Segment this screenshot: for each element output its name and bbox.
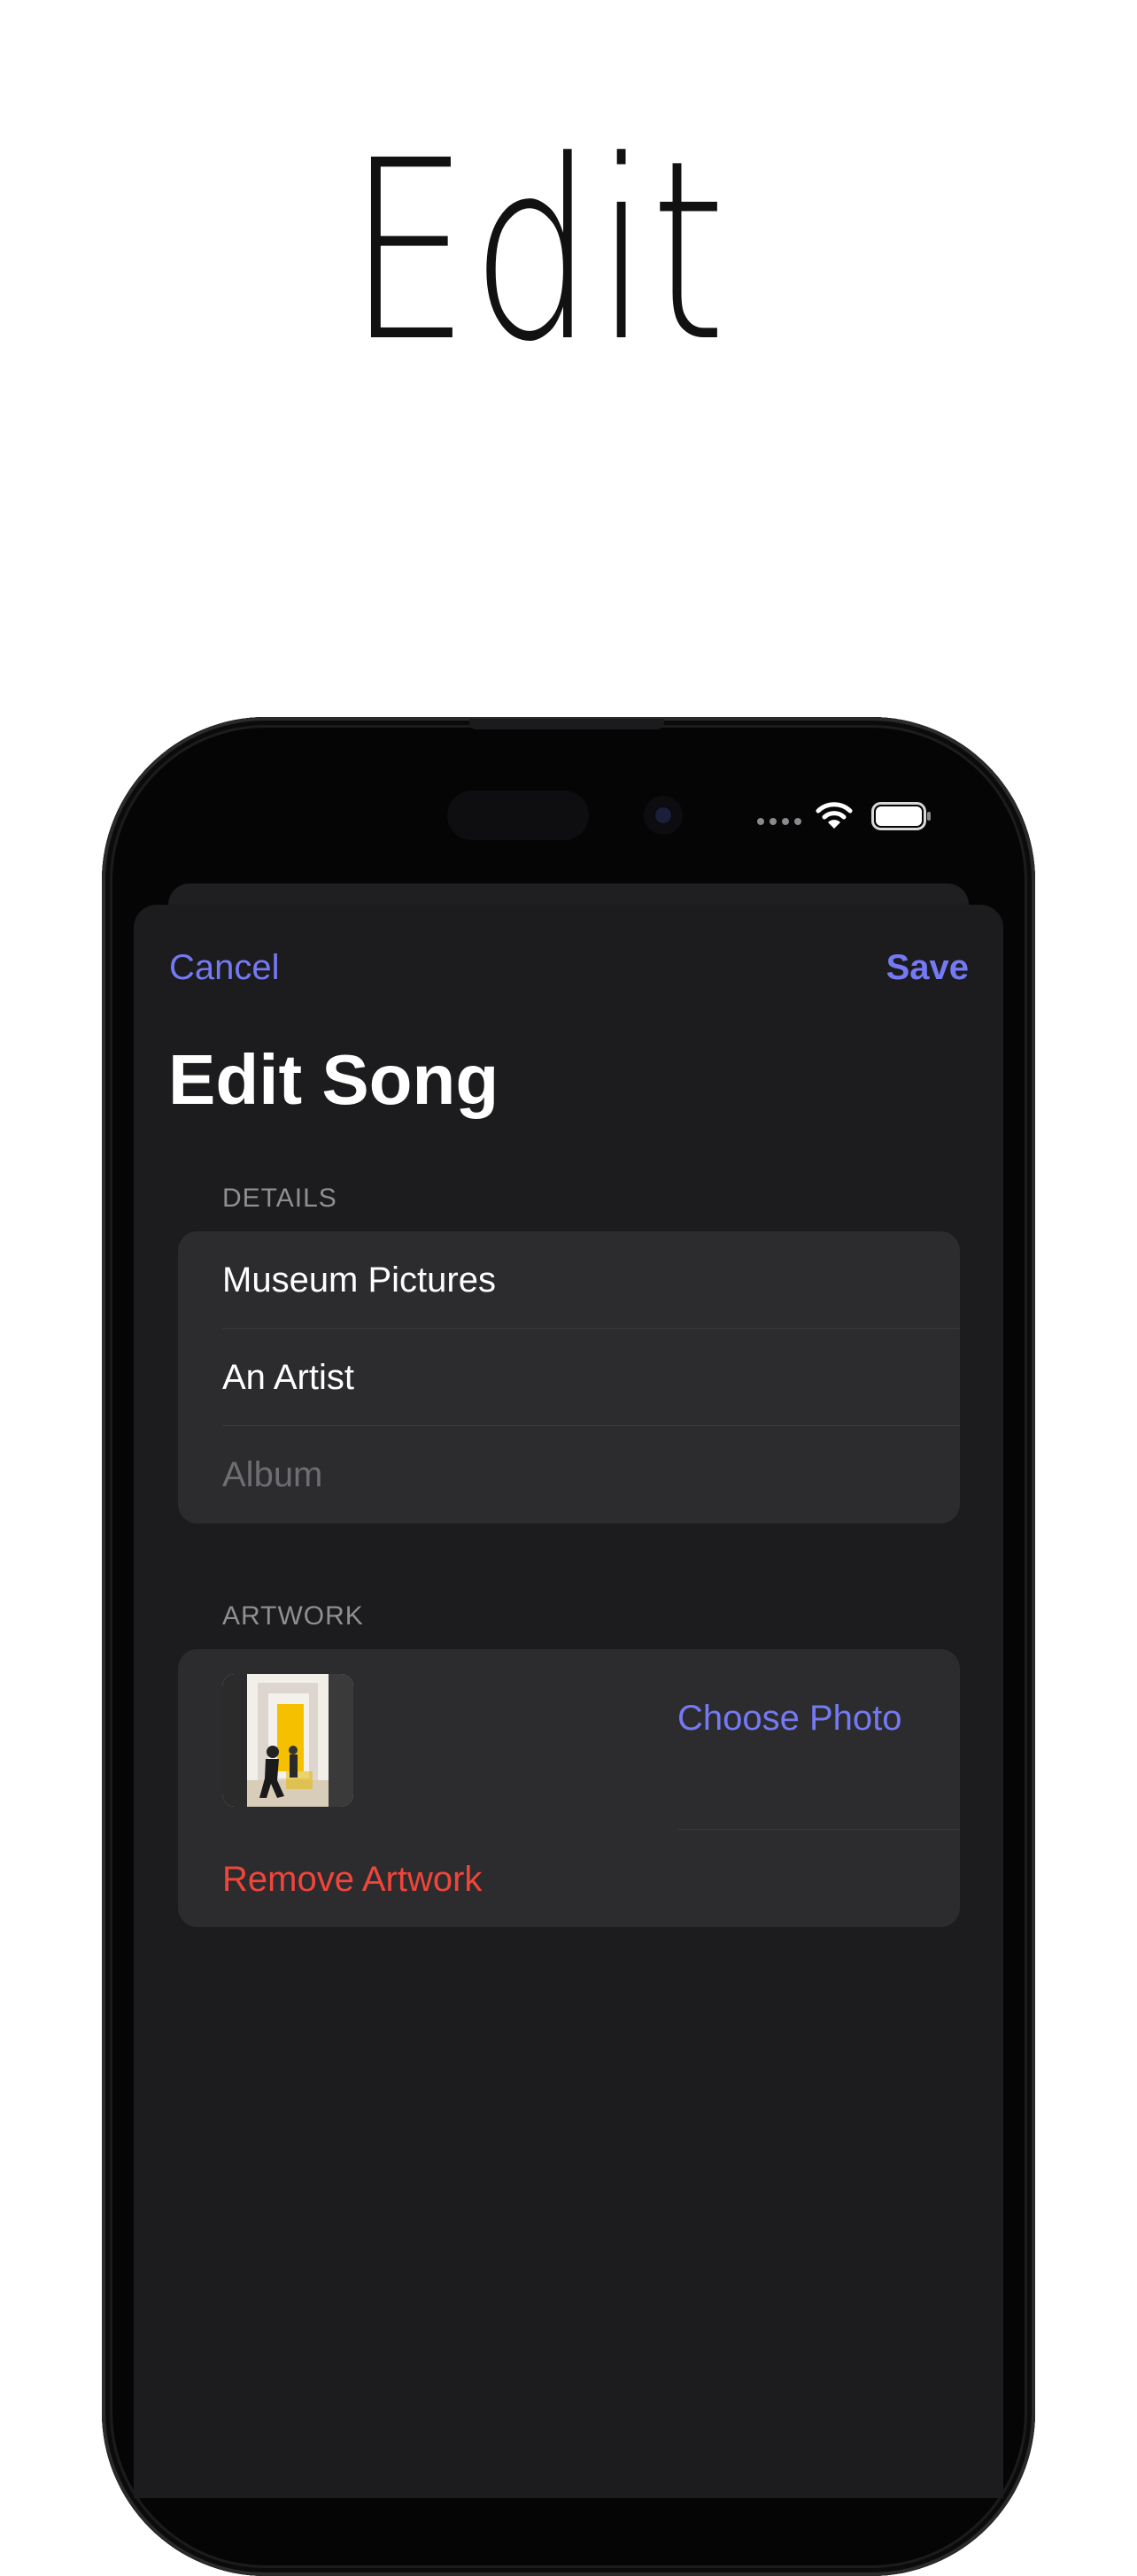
artwork-thumbnail [222, 1674, 353, 1807]
phone-speaker-edge [469, 719, 664, 729]
camera-icon [644, 796, 683, 835]
cancel-button[interactable]: Cancel [169, 944, 280, 991]
save-button[interactable]: Save [886, 944, 969, 991]
details-group: Museum Pictures An Artist Album [178, 1231, 960, 1523]
artwork-section-header: ARTWORK [222, 1601, 364, 1631]
dynamic-island [447, 791, 589, 840]
page-title: Edit Song [168, 1040, 499, 1119]
artist-field[interactable]: An Artist [222, 1329, 960, 1426]
hero-title: Edit [347, 108, 728, 397]
album-field[interactable]: Album [222, 1426, 960, 1523]
battery-icon [871, 802, 931, 830]
wifi-icon [816, 802, 853, 829]
details-section-header: DETAILS [222, 1184, 337, 1213]
signal-dots-icon [757, 818, 805, 827]
divider [677, 1829, 960, 1830]
song-title-field[interactable]: Museum Pictures [222, 1231, 960, 1329]
remove-artwork-button[interactable]: Remove Artwork [222, 1855, 482, 1904]
choose-photo-button[interactable]: Choose Photo [677, 1693, 902, 1743]
artwork-group: Choose Photo Remove Artwork [178, 1649, 960, 1927]
